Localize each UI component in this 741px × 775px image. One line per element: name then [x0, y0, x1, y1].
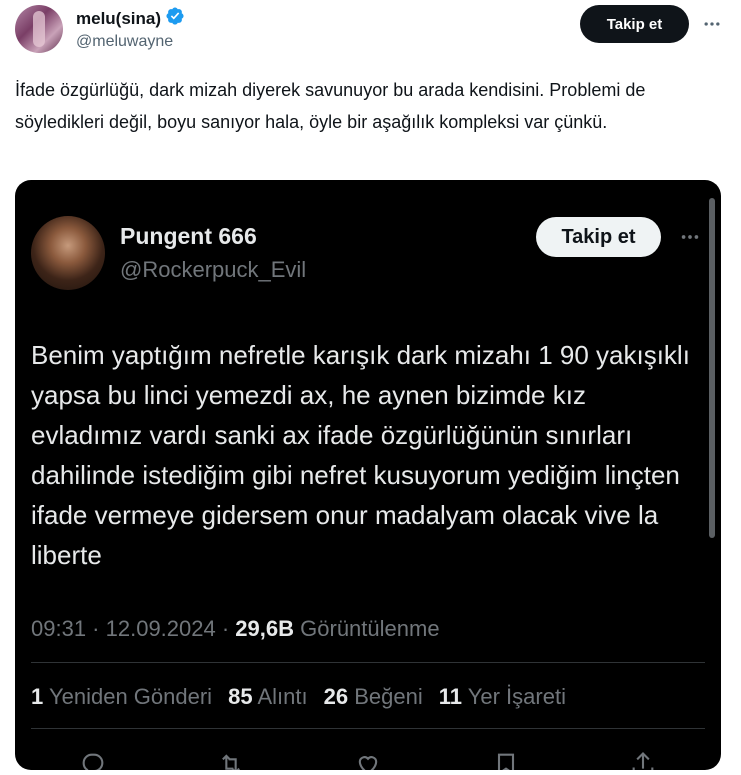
more-icon[interactable]	[700, 12, 724, 36]
reposts-stat: 1 Yeniden Gönderi	[31, 684, 213, 709]
embedded-post-image[interactable]: Pungent 666 @Rockerpuck_Evil Takip et Be…	[15, 180, 721, 770]
likes-stat: 26 Beğeni	[323, 684, 423, 709]
author-name-row[interactable]: melu(sina)	[76, 6, 185, 31]
quoted-action-bar	[31, 748, 705, 770]
share-icon	[627, 748, 659, 770]
post-time: 09:31	[31, 616, 87, 641]
bookmark-icon	[490, 748, 522, 770]
quoted-author-handle: @Rockerpuck_Evil	[120, 257, 307, 282]
quoted-post-meta: 09:31 · 12.09.2024 · 29,6B Görüntülenme	[31, 616, 440, 641]
quoted-follow-button: Takip et	[536, 217, 661, 257]
post-text: İfade özgürlüğü, dark mizah diyerek savu…	[15, 80, 646, 132]
quotes-stat: 85 Alıntı	[228, 684, 308, 709]
quoted-author-name: Pungent 666	[120, 223, 257, 249]
author-avatar[interactable]	[15, 5, 63, 53]
views-count: 29,6B	[235, 616, 295, 641]
follow-button[interactable]: Takip et	[580, 5, 689, 43]
author-name[interactable]: melu(sina)	[76, 9, 161, 29]
divider	[31, 662, 705, 663]
more-icon	[677, 224, 703, 250]
verified-badge-icon	[165, 6, 185, 31]
author-handle[interactable]: @meluwayne	[76, 33, 173, 51]
bookmarks-stat: 11 Yer İşareti	[438, 684, 566, 709]
like-icon	[352, 748, 384, 770]
reply-icon	[77, 748, 109, 770]
scrollbar[interactable]	[709, 198, 715, 538]
quoted-post-text: Benim yaptığım nefretle karışık dark miz…	[31, 340, 690, 570]
quoted-author-avatar	[31, 216, 105, 290]
repost-icon	[215, 748, 247, 770]
quoted-post-stats: 1 Yeniden Gönderi 85 Alıntı 26 Beğeni 11…	[31, 684, 566, 710]
views-label: Görüntülenme	[300, 616, 440, 641]
post-date: 12.09.2024	[105, 616, 216, 641]
divider	[31, 728, 705, 729]
